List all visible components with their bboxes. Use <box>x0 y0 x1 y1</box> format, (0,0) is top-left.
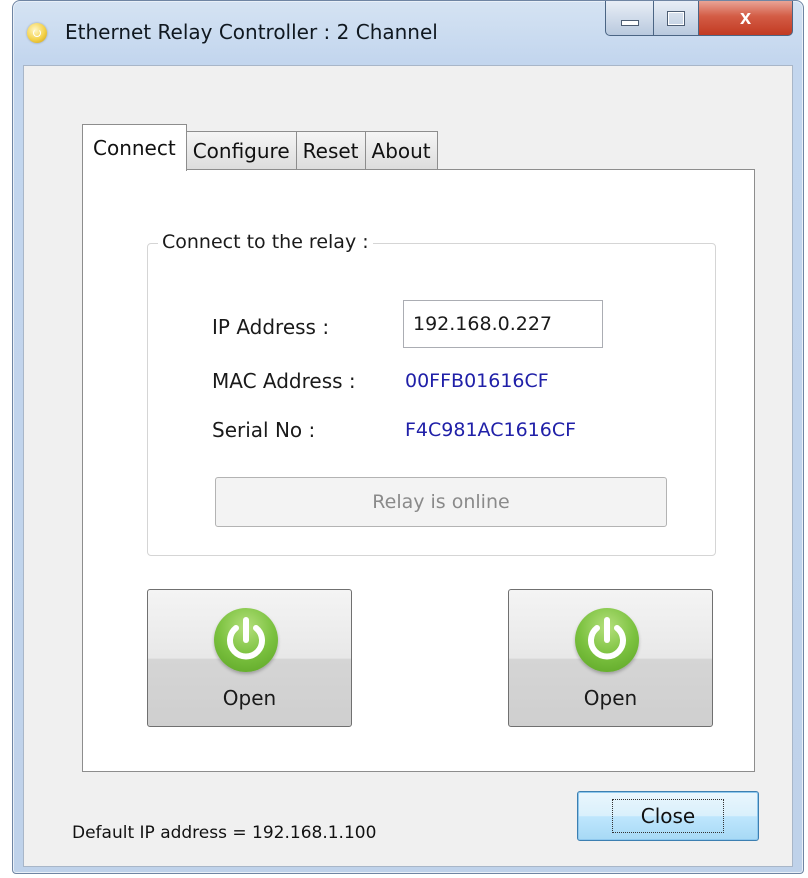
power-app-icon <box>27 23 47 43</box>
mac-address-label: MAC Address : <box>212 369 356 393</box>
client-area: Connect Configure Reset About Connect to… <box>23 65 793 867</box>
maximize-button[interactable] <box>654 1 700 36</box>
connect-groupbox: Connect to the relay : IP Address : MAC … <box>147 231 716 556</box>
close-button[interactable]: Close <box>577 791 759 841</box>
relay-1-label: Open <box>222 686 277 710</box>
relay-2-button[interactable]: Open <box>508 589 713 727</box>
ip-address-label: IP Address : <box>212 315 330 339</box>
mac-address-value: 00FFB01616CF <box>405 370 549 392</box>
minimize-icon <box>620 20 639 26</box>
tab-strip: Connect Configure Reset About <box>82 122 438 171</box>
close-icon: x <box>739 6 752 29</box>
relay-1-button[interactable]: Open <box>147 589 352 727</box>
tab-reset[interactable]: Reset <box>295 131 366 170</box>
ip-address-input[interactable] <box>403 300 603 348</box>
relay-status-button[interactable]: Relay is online <box>215 477 667 527</box>
tab-about[interactable]: About <box>364 131 438 170</box>
serial-no-value: F4C981AC1616CF <box>405 419 577 441</box>
relay-2-label: Open <box>583 686 638 710</box>
tab-connect[interactable]: Connect <box>82 124 187 171</box>
close-button-label: Close <box>611 799 725 833</box>
serial-no-label: Serial No : <box>212 418 316 442</box>
tab-configure[interactable]: Configure <box>185 131 297 170</box>
title-bar[interactable]: Ethernet Relay Controller : 2 Channel x <box>13 1 803 65</box>
default-ip-note: Default IP address = 192.168.1.100 <box>72 823 377 843</box>
power-icon <box>214 608 278 672</box>
close-window-button[interactable]: x <box>699 1 793 36</box>
maximize-icon <box>668 11 685 25</box>
window-title: Ethernet Relay Controller : 2 Channel <box>65 20 438 44</box>
minimize-button[interactable] <box>605 1 655 36</box>
power-icon <box>575 608 639 672</box>
group-title: Connect to the relay : <box>158 231 373 253</box>
app-window: Ethernet Relay Controller : 2 Channel x … <box>12 0 804 874</box>
connect-tab-panel: Connect to the relay : IP Address : MAC … <box>82 169 755 772</box>
caption-buttons: x <box>605 1 793 36</box>
